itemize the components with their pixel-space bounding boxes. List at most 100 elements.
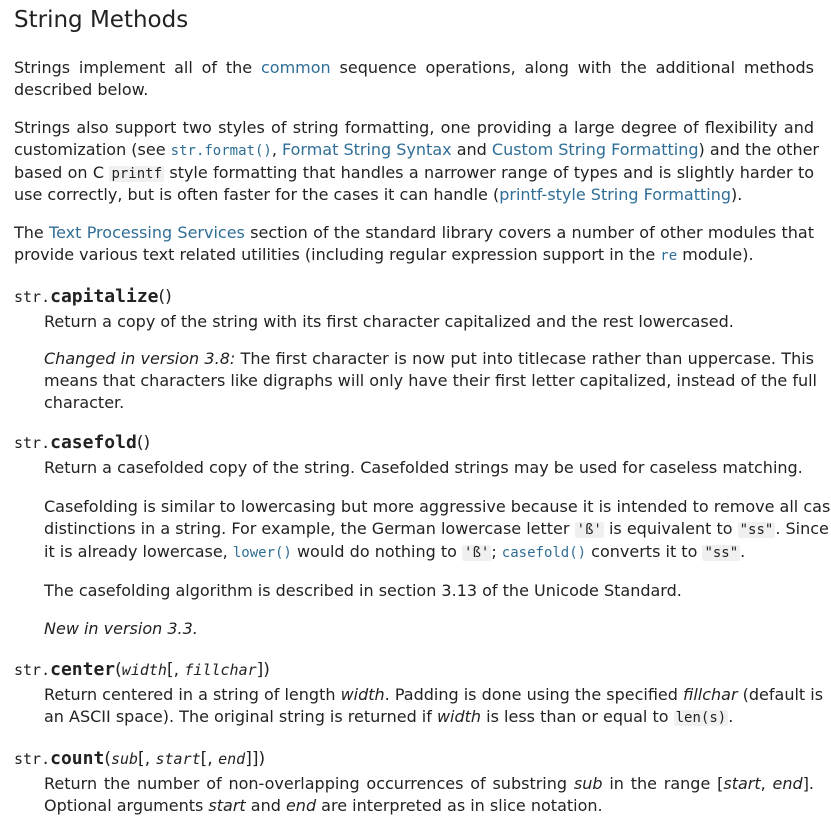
param-end: end: [218, 750, 246, 768]
text: ].: [802, 774, 815, 793]
param-ref: end: [285, 796, 317, 815]
code: 'ß': [574, 522, 604, 538]
text: customization (see: [14, 140, 171, 159]
text: an ASCII space). The original string is …: [44, 707, 437, 726]
text: ) and the other: [698, 140, 819, 159]
param-ref: end: [772, 774, 803, 793]
text: ,: [271, 140, 282, 159]
intro-paragraph-2-line-3: based on C printf style formatting that …: [14, 162, 814, 185]
code: str.format(): [170, 143, 272, 159]
text: . Padding is done using the specified: [384, 685, 683, 704]
signature-paren: ): [263, 660, 270, 680]
text: based on C: [14, 163, 110, 182]
lower-method-link[interactable]: lower(): [233, 542, 292, 561]
printf-style-link[interactable]: printf-style String Formatting: [499, 185, 731, 204]
re-module-link[interactable]: re: [660, 245, 677, 264]
text: provide various text related utilities (…: [14, 245, 661, 264]
version-changed-label: Changed in version 3.8:: [44, 349, 236, 368]
custom-string-formatting-link[interactable]: Custom String Formatting: [492, 140, 699, 159]
str-format-link[interactable]: str.format(): [171, 140, 272, 159]
param-fillchar: fillchar: [184, 661, 257, 679]
casefold-paragraph-line-2: distinctions in a string. For example, t…: [44, 518, 829, 541]
method-name: center: [50, 659, 116, 680]
signature-params: (): [158, 287, 172, 307]
signature-params: (): [136, 433, 151, 453]
method-name: casefold: [50, 432, 137, 453]
text: (default is: [737, 685, 824, 704]
common-sequence-link[interactable]: common: [261, 58, 331, 77]
code: printf: [109, 166, 165, 182]
param-start: start: [155, 750, 201, 768]
text-processing-services-link[interactable]: Text Processing Services: [49, 223, 245, 242]
casefold-method-link[interactable]: casefold(): [502, 542, 586, 561]
code: 'ß': [462, 545, 492, 561]
document-page: String Methods Strings implement all of …: [0, 0, 831, 826]
intro-paragraph-1-line-1: Strings implement all of the common sequ…: [14, 57, 814, 79]
text: style formatting that handles a narrower…: [164, 163, 815, 182]
intro-paragraph-1-line-2: described below.: [14, 80, 149, 99]
center-description-line-1: Return centered in a string of length wi…: [44, 684, 823, 706]
text: . Since: [775, 519, 829, 538]
text: The: [14, 223, 50, 242]
format-string-syntax-link[interactable]: Format String Syntax: [282, 140, 452, 159]
text: The first character is now put into titl…: [235, 349, 814, 368]
capitalize-changed-line-1: Changed in version 3.8: The first charac…: [44, 348, 814, 370]
param-sub: sub: [110, 750, 139, 768]
intro-paragraph-3-line-2: provide various text related utilities (…: [14, 244, 754, 267]
capitalize-changed-line-3: character.: [44, 393, 125, 412]
code: lower(): [232, 545, 292, 561]
text: is less than or equal to: [481, 707, 674, 726]
intro-paragraph-2-line-4: use correctly, but is often faster for t…: [14, 184, 742, 206]
text: use correctly, but is often faster for t…: [14, 185, 500, 204]
signature-comma: ,: [173, 660, 185, 680]
text: ,: [760, 774, 773, 793]
text: and: [245, 796, 286, 815]
capitalize-description: Return a copy of the string with its fir…: [44, 312, 734, 331]
intro-text: Strings implement all of the: [14, 58, 253, 77]
param-width: width: [121, 661, 167, 679]
count-description-line-2: Optional arguments start and end are int…: [44, 795, 603, 817]
text: section of the standard library covers a…: [244, 223, 814, 242]
capitalize-changed-line-2: means that characters like digraphs will…: [44, 371, 817, 390]
method-signature-casefold: str.casefold(): [14, 430, 150, 456]
signature-prefix: str.: [14, 661, 51, 679]
text: ).: [731, 185, 743, 204]
casefold-paragraph-line-3: it is already lowercase, lower() would d…: [44, 541, 745, 564]
casefold-version-added: New in version 3.3.: [44, 619, 198, 638]
param-ref: fillchar: [683, 685, 738, 704]
center-description-line-2: an ASCII space). The original string is …: [44, 706, 733, 729]
casefold-paragraph-line-1: Casefolding is similar to lowercasing bu…: [44, 497, 831, 516]
param-ref: sub: [573, 774, 603, 793]
signature-prefix: str.: [14, 288, 51, 306]
method-signature-center: str.center(width[, fillchar]): [14, 657, 270, 683]
text: ;: [491, 542, 502, 561]
method-signature-count: str.count(sub[, start[, end]]): [14, 746, 265, 772]
optional-bracket: [: [166, 660, 174, 680]
text: .: [740, 542, 746, 561]
intro-paragraph-2-line-2: customization (see str.format(), Format …: [14, 139, 819, 162]
text: in the range [: [602, 774, 724, 793]
method-name: capitalize: [50, 286, 159, 307]
optional-bracket: [: [138, 749, 145, 769]
signature-prefix: str.: [14, 750, 51, 768]
text: are interpreted as in slice notation.: [316, 796, 603, 815]
text: it is already lowercase,: [44, 542, 233, 561]
count-description-line-1: Return the number of non-overlapping occ…: [44, 773, 814, 795]
page-title: String Methods: [14, 7, 189, 33]
code: casefold(): [501, 545, 587, 561]
text: converts it to: [586, 542, 703, 561]
text: Return centered in a string of length: [44, 685, 341, 704]
text: would do nothing to: [291, 542, 463, 561]
code: len(s): [673, 710, 729, 726]
code: "ss": [737, 522, 776, 538]
text: Optional arguments: [44, 796, 209, 815]
optional-bracket: ]]: [245, 749, 259, 769]
signature-comma: ,: [144, 749, 156, 769]
param-ref: start: [723, 774, 761, 793]
param-ref: width: [340, 685, 385, 704]
param-ref: start: [208, 796, 246, 815]
text: Return the number of non-overlapping occ…: [44, 774, 574, 793]
text: and: [451, 140, 492, 159]
intro-text: sequence operations, along with the addi…: [339, 58, 815, 77]
code: re: [660, 248, 678, 264]
